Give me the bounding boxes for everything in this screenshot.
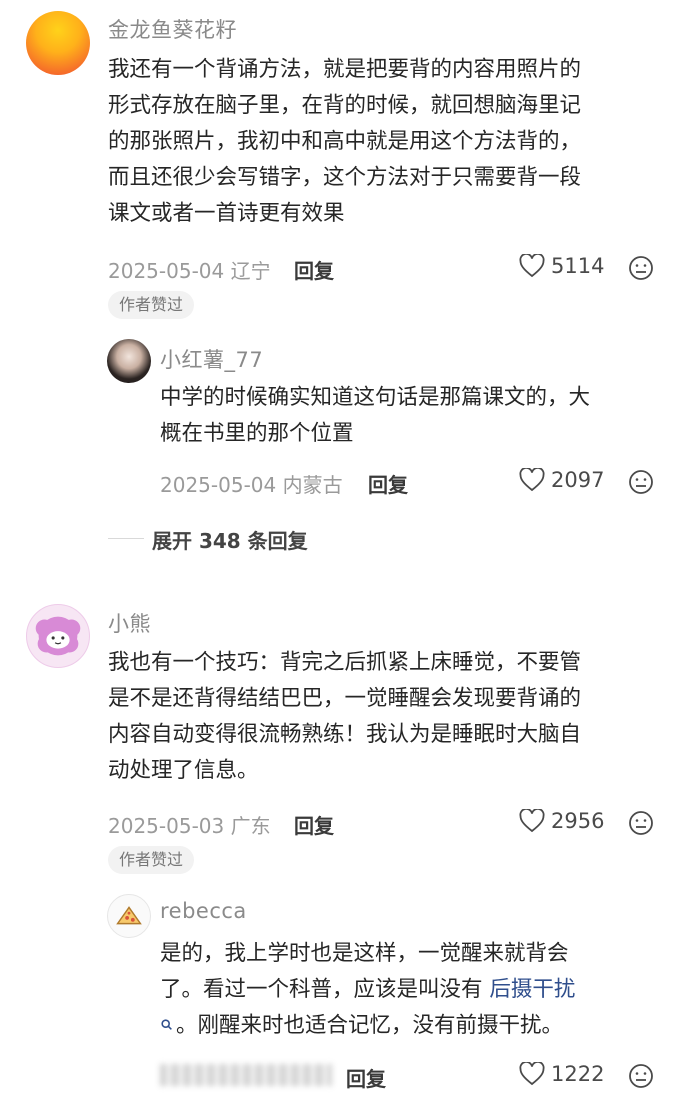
comment-line: 形式存放在脑子里，在背的时候，就回想脑海里记	[108, 93, 582, 118]
reply-location: 内蒙古	[282, 473, 343, 497]
author-liked-badge: 作者赞过	[108, 291, 195, 319]
comment-line: 而且还很少会写错字，这个方法对于只需要背一段	[108, 165, 582, 190]
comment-location: 辽宁	[230, 259, 271, 283]
like-count: 5114	[551, 254, 605, 278]
reply-line: 。刚醒来时也适合记忆，没有前摄干扰。	[160, 1008, 660, 1044]
comment-line: 动处理了信息。	[108, 758, 259, 783]
reply-button[interactable]: 回复	[294, 255, 334, 284]
heart-icon	[519, 809, 545, 833]
comment-line: 我也有一个技巧：背完之后抓紧上床睡觉，不要管	[108, 650, 582, 675]
avatar[interactable]	[107, 894, 151, 938]
comment-meta: 2025-05-03 广东	[108, 810, 271, 839]
dislike-button[interactable]	[628, 255, 654, 285]
comment-line: 课文或者一首诗更有效果	[108, 201, 345, 226]
comment-username[interactable]: 金龙鱼葵花籽	[108, 14, 237, 44]
expand-divider	[108, 538, 144, 539]
reply-text: 是的，我上学时也是这样，一觉醒来就背会 了。看过一个科普，应该是叫没有 后摄干扰…	[160, 936, 660, 1044]
reply-meta: 2025-05-04 内蒙古	[160, 469, 343, 498]
blurred-meta	[160, 1064, 332, 1086]
reply-text: 中学的时候确实知道这句话是那篇课文的，大 概在书里的那个位置	[160, 380, 660, 452]
comment-meta: 2025-05-04 辽宁	[108, 255, 271, 284]
meh-face-icon	[629, 470, 653, 494]
meh-face-icon	[629, 256, 653, 280]
expand-replies-button[interactable]: 展开 348 条回复	[152, 525, 308, 554]
author-liked-badge: 作者赞过	[108, 846, 195, 874]
reply-button[interactable]: 回复	[294, 810, 334, 839]
reply-username[interactable]: rebecca	[160, 899, 247, 923]
dislike-button[interactable]	[628, 810, 654, 840]
comment-date: 2025-05-04	[108, 259, 225, 283]
comment-username[interactable]: 小熊	[108, 608, 151, 638]
bear-cloud-icon	[35, 616, 81, 656]
like-count: 2956	[551, 809, 605, 833]
reply-line: 了。看过一个科普，应该是叫没有 后摄干扰	[160, 972, 660, 1008]
like-count: 2097	[551, 468, 605, 492]
reply-text-segment: 。刚醒来时也适合记忆，没有前摄干扰。	[176, 1013, 564, 1038]
like-count: 1222	[551, 1062, 605, 1086]
reply-text-segment: 了。看过一个科普，应该是叫没有	[160, 977, 490, 1002]
topic-link[interactable]: 后摄干扰	[489, 977, 575, 1002]
reply-username[interactable]: 小红薯_77	[160, 344, 263, 374]
reply-line: 是的，我上学时也是这样，一觉醒来就背会	[160, 941, 569, 966]
comment-line: 内容自动变得很流畅熟练！我认为是睡眠时大脑自	[108, 722, 582, 747]
reply-button[interactable]: 回复	[346, 1063, 386, 1092]
reply-button[interactable]: 回复	[368, 469, 408, 498]
reply-line: 概在书里的那个位置	[160, 421, 354, 446]
search-icon[interactable]	[160, 1008, 176, 1044]
reply-line: 中学的时候确实知道这句话是那篇课文的，大	[160, 385, 591, 410]
heart-icon	[519, 468, 545, 492]
comment-line: 我还有一个背诵方法，就是把要背的内容用照片的	[108, 57, 582, 82]
dislike-button[interactable]	[628, 469, 654, 499]
dislike-button[interactable]	[628, 1063, 654, 1093]
comment-line: 的那张照片，我初中和高中就是用这个方法背的，	[108, 129, 582, 154]
comment-location: 广东	[230, 814, 271, 838]
meh-face-icon	[629, 811, 653, 835]
like-button[interactable]: 1222	[519, 1062, 604, 1086]
comment-line: 是不是还背得结结巴巴，一觉睡醒会发现要背诵的	[108, 686, 582, 711]
avatar[interactable]	[107, 339, 151, 383]
heart-icon	[519, 254, 545, 278]
like-button[interactable]: 2956	[519, 809, 604, 833]
meh-face-icon	[629, 1064, 653, 1088]
avatar[interactable]	[26, 11, 90, 75]
like-button[interactable]: 2097	[519, 468, 604, 492]
comment-date: 2025-05-03	[108, 814, 225, 838]
comment-text: 我也有一个技巧：背完之后抓紧上床睡觉，不要管 是不是还背得结结巴巴，一觉睡醒会发…	[108, 645, 668, 789]
comment-text: 我还有一个背诵方法，就是把要背的内容用照片的 形式存放在脑子里，在背的时候，就回…	[108, 52, 668, 232]
reply-date: 2025-05-04	[160, 473, 277, 497]
heart-icon	[519, 1062, 545, 1086]
like-button[interactable]: 5114	[519, 254, 604, 278]
avatar[interactable]	[26, 604, 90, 668]
pizza-icon	[116, 906, 142, 925]
